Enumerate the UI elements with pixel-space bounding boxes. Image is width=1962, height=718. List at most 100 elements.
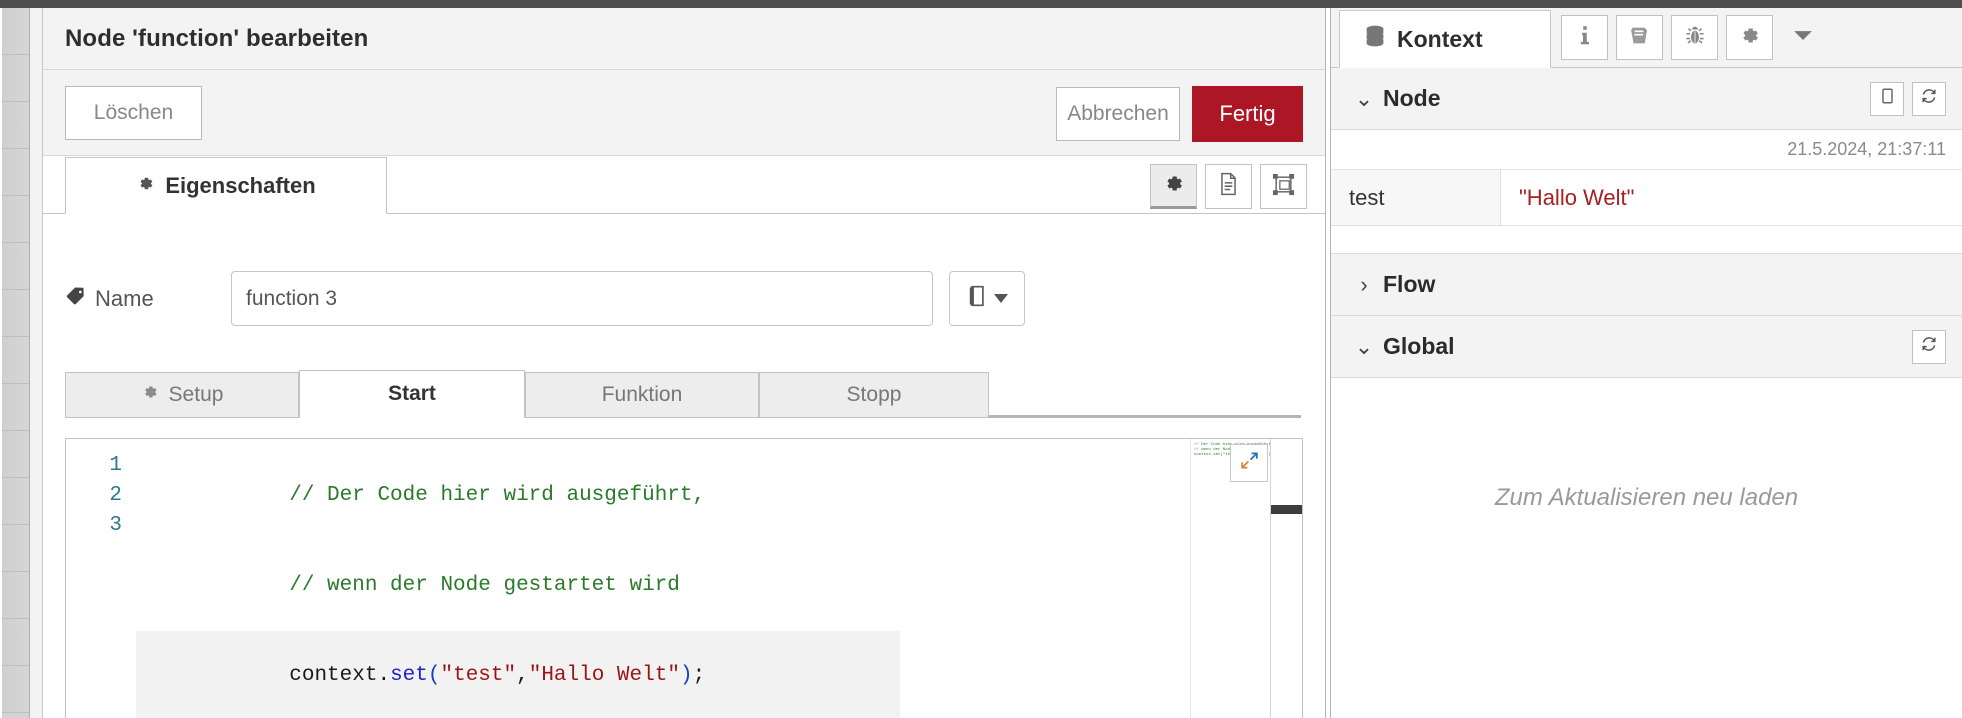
section-header-node[interactable]: ⌄ Node <box>1331 68 1962 130</box>
chevron-down-icon: ⌄ <box>1354 333 1374 359</box>
editor-scrollbar[interactable] <box>1270 439 1302 718</box>
refresh-icon-button[interactable] <box>1912 81 1946 116</box>
dialog-content: Name function 3 Setup Start Funktion Sto… <box>43 271 1325 718</box>
palette-item[interactable] <box>2 525 29 572</box>
section-node-buttons <box>1870 81 1946 116</box>
done-button[interactable]: Fertig <box>1192 86 1303 142</box>
palette-item[interactable] <box>2 337 29 384</box>
palette-item[interactable] <box>2 8 29 55</box>
info-icon-button[interactable] <box>1561 15 1608 60</box>
code-token: ( <box>427 664 441 687</box>
chevron-down-icon <box>1792 28 1814 47</box>
bug-icon-button[interactable] <box>1671 15 1718 60</box>
tag-icon <box>65 285 86 312</box>
tab-label: Eigenschaften <box>165 172 316 198</box>
code-token: context <box>289 664 378 687</box>
subtab-label: Setup <box>168 383 224 406</box>
subtab-setup[interactable]: Setup <box>65 372 299 418</box>
palette-item[interactable] <box>2 666 29 713</box>
dialog-header: Node 'function' bearbeiten <box>43 8 1325 70</box>
appearance-icon <box>1272 173 1295 201</box>
palette-item[interactable] <box>2 384 29 431</box>
subtab-funktion[interactable]: Funktion <box>525 372 759 418</box>
palette-item[interactable] <box>2 431 29 478</box>
dialog-action-bar: Löschen Abbrechen Fertig <box>43 70 1325 156</box>
history-icon <box>967 284 989 313</box>
code-token: , <box>516 664 529 687</box>
code-content[interactable]: // Der Code hier wird ausgeführt, // wen… <box>136 439 1302 718</box>
gear-icon-button[interactable] <box>1726 15 1773 60</box>
sidebar-menu-button[interactable] <box>1781 15 1825 60</box>
subtab-stopp[interactable]: Stopp <box>759 372 989 418</box>
palette-item[interactable] <box>2 290 29 337</box>
chevron-right-icon: › <box>1360 271 1368 297</box>
palette-item[interactable] <box>2 572 29 619</box>
code-subtab-bar: Setup Start Funktion Stopp <box>65 370 1303 418</box>
bug-icon <box>1684 24 1706 52</box>
code-line[interactable]: // wenn der Node gestartet wird <box>136 541 1302 631</box>
context-key: test <box>1331 170 1501 225</box>
cancel-button[interactable]: Abbrechen <box>1056 87 1180 141</box>
section-header-global[interactable]: ⌄ Global <box>1331 316 1962 378</box>
node-context-timestamp: 21.5.2024, 21:37:11 <box>1331 130 1962 170</box>
document-icon <box>1218 172 1239 201</box>
subtab-label: Start <box>388 382 436 405</box>
name-label: Name <box>65 285 215 312</box>
section-header-flow[interactable]: › Flow <box>1331 254 1962 316</box>
palette-item[interactable] <box>2 196 29 243</box>
line-number: 2 <box>109 484 122 507</box>
document-icon-button[interactable] <box>1205 164 1252 209</box>
line-number-gutter: 1 2 3 <box>66 439 136 718</box>
copy-icon-button[interactable] <box>1870 81 1904 116</box>
sidebar-tab-kontext[interactable]: Kontext <box>1339 10 1551 68</box>
code-line[interactable]: context.set("test","Hallo Welt"); <box>136 631 900 718</box>
code-token: ; <box>692 664 706 687</box>
palette-item[interactable] <box>2 149 29 196</box>
subtab-start[interactable]: Start <box>299 370 525 418</box>
name-input[interactable] <box>231 271 933 326</box>
background-palette-strip <box>2 8 30 718</box>
palette-item[interactable] <box>2 619 29 666</box>
section-title: Global <box>1383 333 1455 359</box>
sidebar-tool-group <box>1561 15 1825 60</box>
subtab-label: Stopp <box>846 383 902 406</box>
appearance-icon-button[interactable] <box>1260 164 1307 209</box>
sidebar-tab-bar: Kontext <box>1331 8 1962 68</box>
editor-scrollbar-thumb[interactable] <box>1271 505 1302 514</box>
table-row[interactable]: test "Hallo Welt" <box>1331 170 1962 226</box>
database-icon <box>1364 24 1386 54</box>
name-row: Name <box>65 271 1303 326</box>
palette-item[interactable] <box>2 243 29 290</box>
palette-item[interactable] <box>2 55 29 102</box>
section-title: Node <box>1383 85 1441 111</box>
refresh-icon-button[interactable] <box>1912 329 1946 364</box>
delete-button[interactable]: Löschen <box>65 85 202 140</box>
name-label-text: Name <box>95 285 154 311</box>
code-token: "test" <box>440 664 517 687</box>
sidebar-tab-label: Kontext <box>1397 25 1483 52</box>
page-title: Node 'function' bearbeiten <box>65 24 369 52</box>
code-line[interactable]: // Der Code hier wird ausgeführt, <box>136 451 1302 541</box>
global-empty-message: Zum Aktualisieren neu laden <box>1494 484 1799 511</box>
name-history-button[interactable] <box>949 271 1025 326</box>
tab-eigenschaften[interactable]: Eigenschaften <box>65 157 387 214</box>
palette-item[interactable] <box>2 478 29 525</box>
refresh-icon <box>1920 335 1938 358</box>
expand-editor-button[interactable] <box>1230 444 1268 482</box>
book-icon <box>1628 24 1651 52</box>
code-editor[interactable]: 1 2 3 // Der Code hier wird ausgeführt, … <box>65 438 1303 718</box>
line-number: 3 <box>109 514 122 537</box>
refresh-icon <box>1920 87 1938 110</box>
line-number: 1 <box>109 454 122 477</box>
dialog-tab-icon-group <box>1150 164 1307 209</box>
gear-icon-button[interactable] <box>1150 164 1197 209</box>
gear-icon <box>136 173 155 199</box>
book-icon-button[interactable] <box>1616 15 1663 60</box>
section-global-buttons <box>1912 329 1946 364</box>
code-token: ) <box>679 664 693 687</box>
palette-item[interactable] <box>2 102 29 149</box>
window-topbar <box>0 0 1962 8</box>
context-sidebar: Kontext ⌄ Node 21.5.2024, 21:37:11 test … <box>1330 8 1962 718</box>
chevron-down-icon <box>993 294 1008 303</box>
code-token: . <box>377 664 391 687</box>
